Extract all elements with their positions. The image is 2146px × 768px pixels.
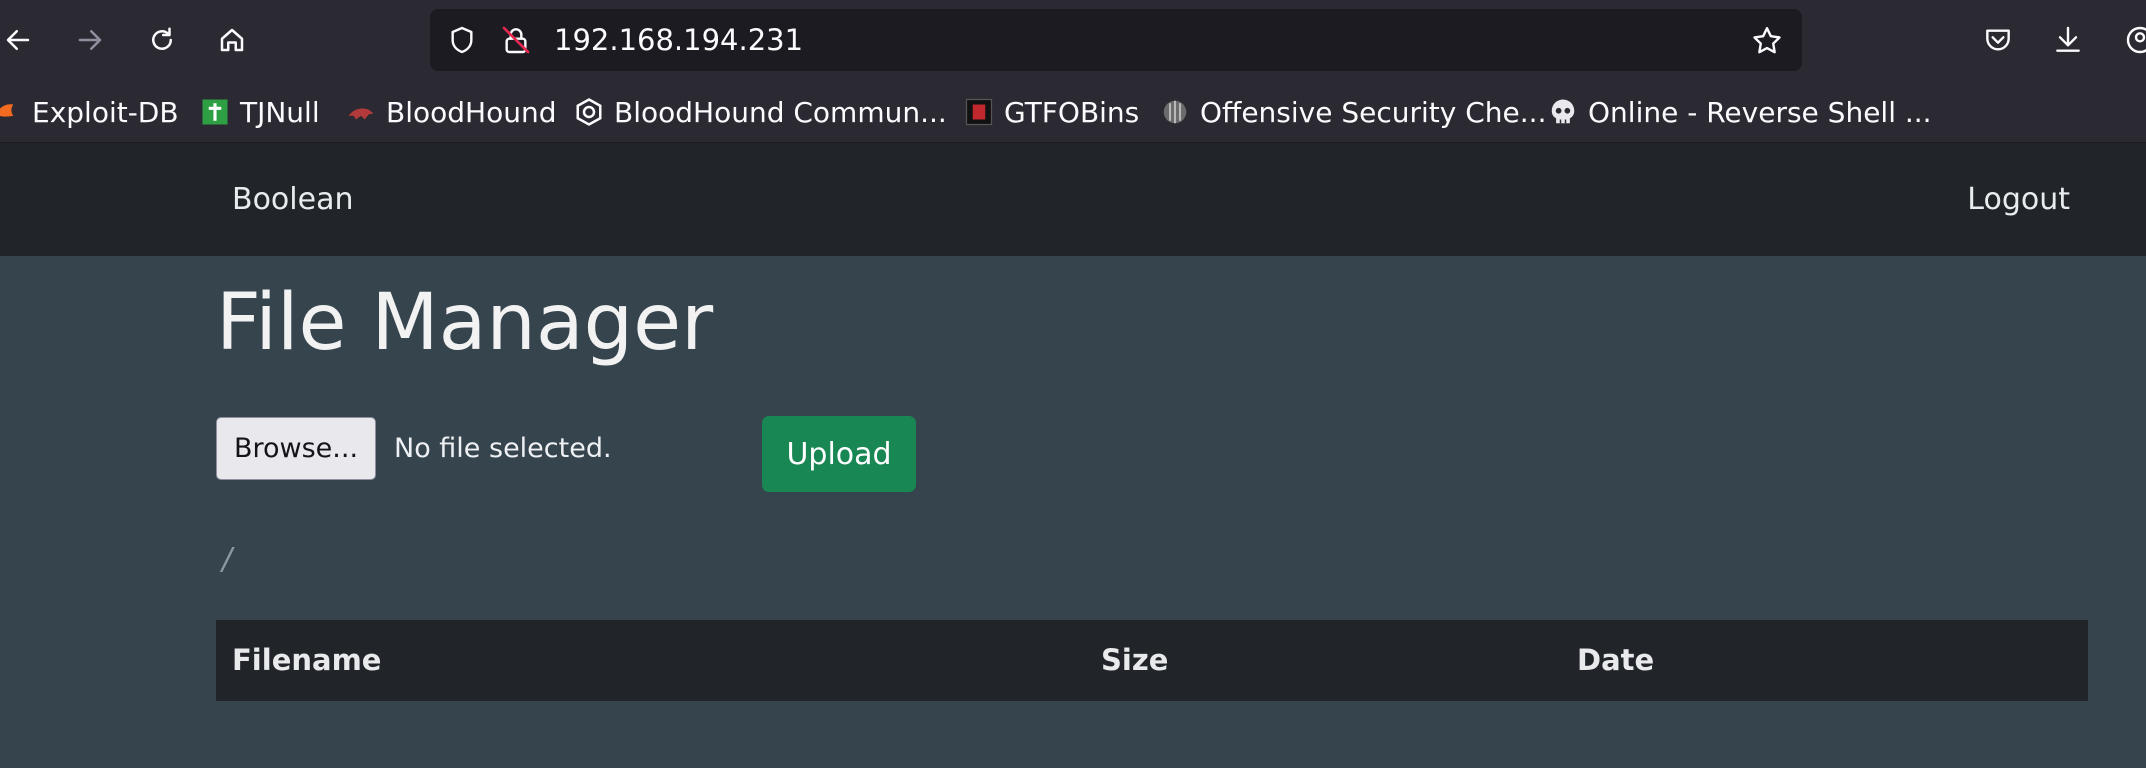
browser-toolbar: 192.168.194.231 [0,0,2146,82]
browse-button[interactable]: Browse... [216,417,376,480]
bookmark-offensive-security[interactable]: Offensive Security Che... [1160,82,1546,142]
forward-button[interactable] [66,16,114,64]
reload-icon [152,27,172,50]
bookmark-label: GTFOBins [1004,95,1140,129]
bookmark-label: Online - Reverse Shell ... [1588,95,1932,129]
bookmark-reverse-shell[interactable]: Online - Reverse Shell ... [1548,82,1932,142]
star-icon[interactable] [1750,24,1784,58]
bookmark-label: TJNull [240,95,320,129]
skull-icon [1548,97,1578,127]
site-navbar: Boolean Logout [0,143,2146,256]
bookmarks-toolbar: Exploit-DB TJNull BloodHound BloodHound … [0,82,2146,143]
bookmark-tjnull[interactable]: TJNull [200,82,320,142]
url-text[interactable]: 192.168.194.231 [554,9,803,71]
home-button[interactable] [208,16,256,64]
breadcrumb-path[interactable]: / [222,542,232,577]
pocket-button[interactable] [1976,18,2020,62]
back-button[interactable] [0,16,42,64]
reload-button[interactable] [138,16,186,64]
tjnull-icon [200,97,230,127]
account-icon [2126,26,2146,54]
account-button[interactable] [2118,18,2146,62]
offsec-icon [1160,97,1190,127]
bookmark-exploit-db[interactable]: Exploit-DB [0,82,179,142]
bookmark-label: Exploit-DB [32,95,179,129]
insecure-lock-icon[interactable] [500,24,532,56]
bookmark-label: BloodHound [386,95,557,129]
bloodhound-community-icon [574,97,604,127]
url-bar[interactable]: 192.168.194.231 [430,9,1802,71]
arrow-right-icon [78,30,102,50]
downloads-button[interactable] [2046,18,2090,62]
column-filename[interactable]: Filename [232,620,381,701]
column-date[interactable]: Date [1577,620,1654,701]
bookmark-label: Offensive Security Che... [1200,95,1547,129]
download-icon [2056,26,2080,52]
column-size[interactable]: Size [1101,620,1168,701]
page-title: File Manager [216,278,714,368]
exploit-db-icon [0,97,22,127]
bookmark-bloodhound[interactable]: BloodHound [346,82,556,142]
bookmark-bloodhound-community[interactable]: BloodHound Commun... [574,82,947,142]
upload-button[interactable]: Upload [762,416,916,492]
arrow-left-icon [6,30,30,50]
bookmark-label: BloodHound Commun... [614,95,947,129]
logout-link[interactable]: Logout [1967,143,2070,256]
pocket-icon [1986,29,2010,51]
shield-icon[interactable] [446,24,478,56]
gtfobins-icon [964,97,994,127]
bloodhound-icon [346,97,376,127]
file-table-header: Filename Size Date [216,620,2088,701]
navbar-brand[interactable]: Boolean [232,143,353,256]
file-selection-status: No file selected. [394,433,612,464]
home-icon [220,28,244,52]
bookmark-gtfobins[interactable]: GTFOBins [964,82,1139,142]
